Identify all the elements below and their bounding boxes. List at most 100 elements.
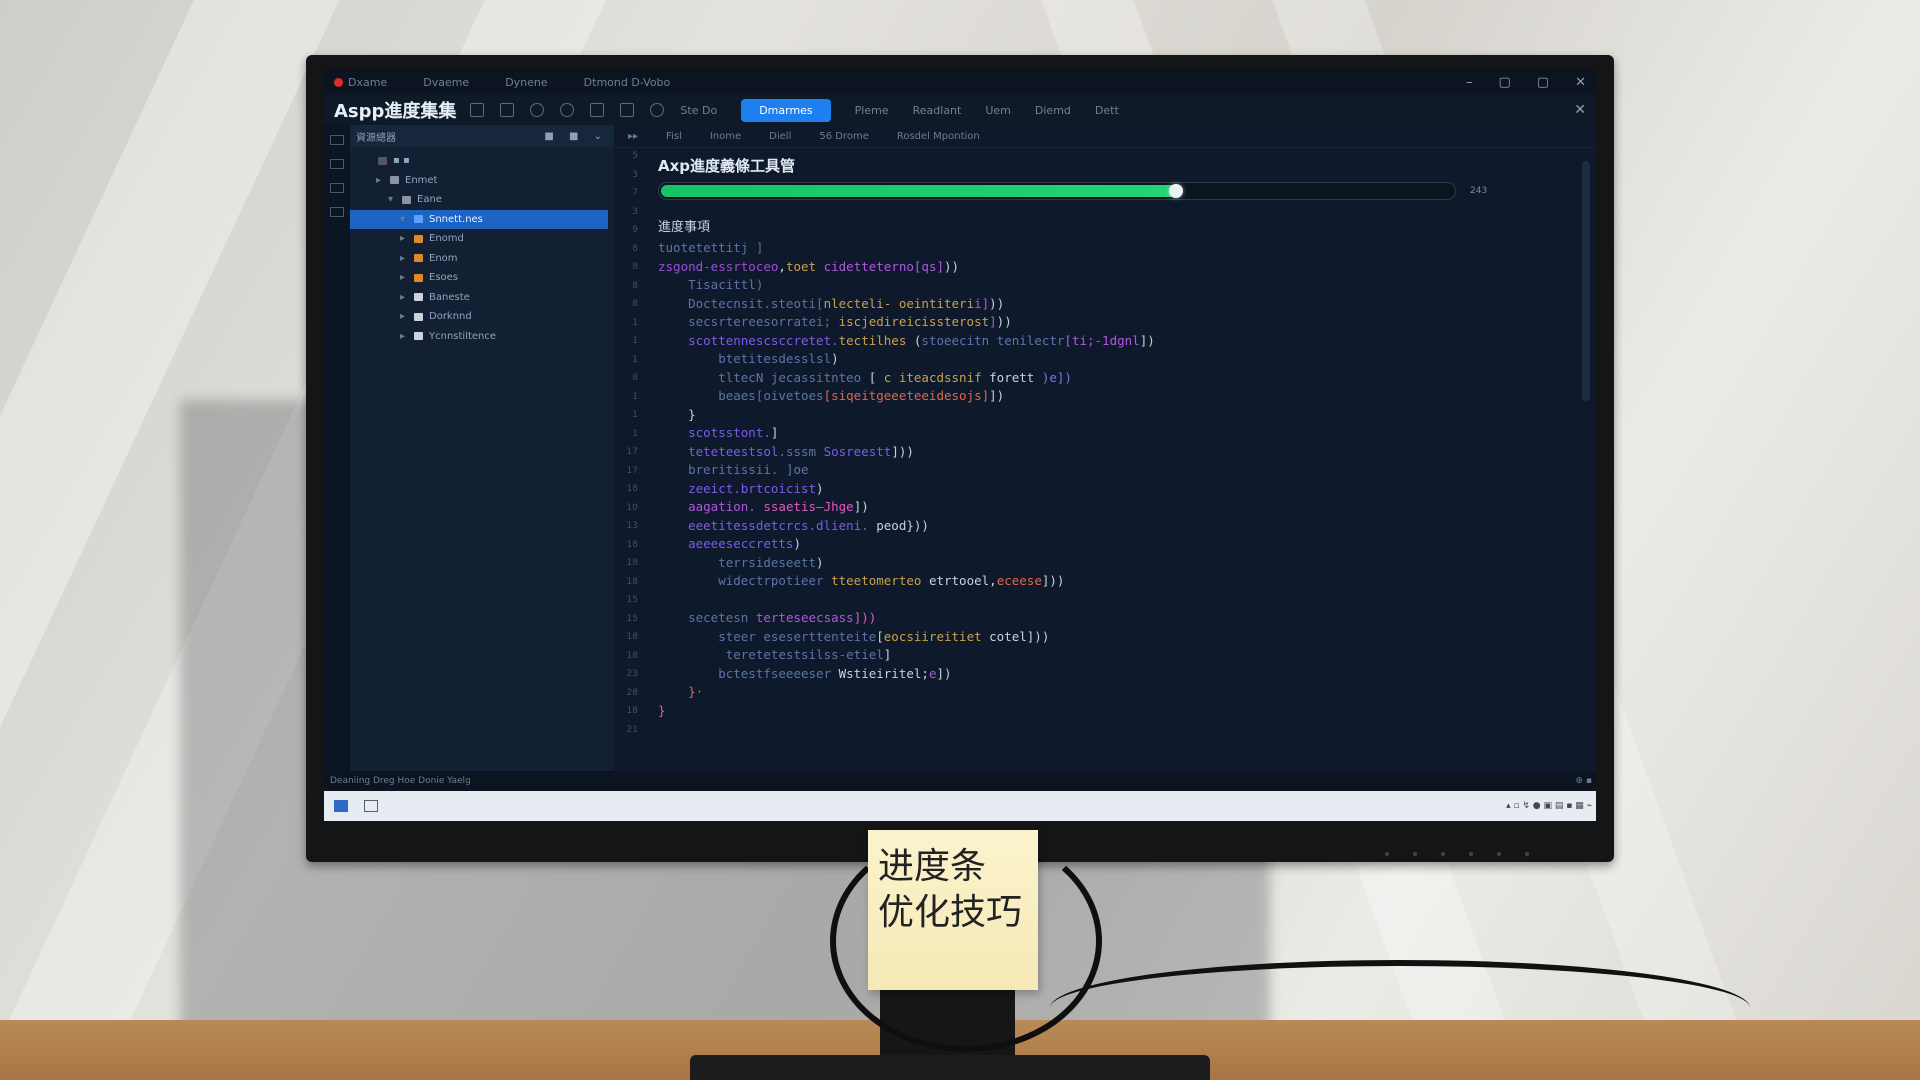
folder-icon xyxy=(378,156,387,165)
toolbar-tab-active[interactable]: Dmarmes xyxy=(741,98,831,122)
start-icon[interactable] xyxy=(334,800,348,812)
code-line: widectrpotieer tteetomerteo etrtooel,ece… xyxy=(658,572,1576,591)
minimize-button[interactable]: – xyxy=(1466,75,1473,90)
toolbar-tab[interactable]: Diemd xyxy=(1035,104,1071,117)
toolbar-tab[interactable]: Readlant xyxy=(913,104,962,117)
extensions-icon[interactable] xyxy=(330,207,344,217)
folder-icon xyxy=(402,195,411,204)
code-token: ssaetis—Jhge xyxy=(755,499,854,514)
tree-item[interactable]: ▸ Esoes xyxy=(350,268,614,288)
tree-item-label: Eane xyxy=(417,194,442,206)
tree-item[interactable]: ▾ Snnett.nes xyxy=(350,209,608,229)
code-line: zsgond-essrtoceo,toet cidetteterno[qs])) xyxy=(658,258,1576,277)
menu-item[interactable]: Dynene xyxy=(505,76,547,89)
editor-tab[interactable]: ▸▸ xyxy=(628,131,638,142)
code-line: steer eseserttenteite[eocsiireitiet cote… xyxy=(658,628,1576,647)
monitor: Dxame Dvaeme Dynene Dtmond D-Vobo – ▢ ▢ … xyxy=(306,55,1614,862)
window-controls: – ▢ ▢ ✕ xyxy=(1466,75,1586,90)
code-token: oeintiteri xyxy=(898,295,975,311)
code-line: tuotetettitj ] xyxy=(658,239,1576,258)
progress-handle[interactable] xyxy=(1169,184,1184,198)
pin-icon[interactable] xyxy=(620,103,635,117)
code-block[interactable]: tuotetettitj ] zsgond-essrtoceo,toet cide… xyxy=(658,239,1576,720)
toolbar-tab[interactable]: Dett xyxy=(1095,104,1119,117)
close-window-button[interactable]: ✕ xyxy=(1575,75,1586,90)
eye-icon[interactable] xyxy=(560,103,575,117)
tree-item[interactable]: ▾ Eane xyxy=(350,190,614,210)
line-number: 7 xyxy=(632,188,638,198)
chevron-icon[interactable]: ▸ xyxy=(400,272,408,283)
chevron-icon[interactable]: ▸ xyxy=(400,311,408,322)
code-token: zeeict.brtcoicist xyxy=(658,480,817,496)
tree-item[interactable]: ▸ Ycnnstiltence xyxy=(350,327,614,347)
search-icon[interactable] xyxy=(330,159,344,169)
toolbar-tab[interactable]: Uem xyxy=(985,104,1011,117)
chevron-icon[interactable]: ▸ xyxy=(400,292,408,303)
code-token: forett xyxy=(981,369,1035,385)
code-token: cidetteterno[qs] xyxy=(816,258,944,274)
globe-icon[interactable] xyxy=(650,103,665,117)
restore-button[interactable]: ▢ xyxy=(1499,75,1511,90)
chevron-icon[interactable]: ▸ xyxy=(400,253,408,264)
chevron-icon[interactable]: ▸ xyxy=(400,331,408,342)
code-line: breritissii. ]oe xyxy=(658,461,1576,480)
explorer-icon[interactable] xyxy=(330,135,344,145)
task-view-icon[interactable] xyxy=(364,800,378,812)
code-token: )e]) xyxy=(1034,369,1072,385)
scrollbar[interactable] xyxy=(1582,161,1590,401)
line-number: 8 xyxy=(632,262,638,272)
toolbar-tab[interactable]: Ste Do xyxy=(680,104,717,117)
chevron-icon[interactable]: ▾ xyxy=(400,214,408,225)
line-number: 18 xyxy=(626,576,638,587)
line-number: 18 xyxy=(626,650,638,661)
close-icon[interactable]: ✕ xyxy=(1574,102,1586,118)
tree-item-label: Esoes xyxy=(429,272,459,284)
code-token: })) xyxy=(906,517,929,533)
editor-tab[interactable]: Rosdel Mpontion xyxy=(897,131,980,142)
line-number: 8 xyxy=(632,280,638,291)
menu-item[interactable]: Dtmond D-Vobo xyxy=(584,76,671,89)
source-control-icon[interactable] xyxy=(330,183,344,193)
tree-item[interactable]: ▸ Enom xyxy=(350,249,614,269)
code-token: ) xyxy=(755,277,764,292)
code-token: secetesn xyxy=(658,610,756,625)
toolbar-tab[interactable]: Pleme xyxy=(855,104,889,117)
progress-fill xyxy=(661,185,1177,197)
editor-tab[interactable]: Inome xyxy=(710,131,741,142)
tree-item-label: Enmet xyxy=(405,174,438,186)
status-icons[interactable]: ⊕ ▪ xyxy=(1575,776,1592,786)
chevron-icon[interactable]: ▸ xyxy=(376,175,384,186)
menu-item[interactable]: Dxame xyxy=(348,76,387,89)
code-line: secsrtereesorratei; iscjedireicissterost… xyxy=(658,313,1576,332)
code-token: ) xyxy=(816,480,824,496)
globe-icon[interactable] xyxy=(530,103,545,117)
tree-item[interactable]: ▸ Enomd xyxy=(350,229,614,249)
folder-icon[interactable] xyxy=(590,103,605,117)
menu-item[interactable]: Dvaeme xyxy=(423,76,469,89)
editor-tab[interactable]: Diell xyxy=(769,131,791,142)
chevron-icon[interactable]: ▸ xyxy=(400,233,408,244)
line-number: 18 xyxy=(626,539,638,550)
window-icon[interactable] xyxy=(500,103,515,117)
chevron-icon[interactable]: ▾ xyxy=(388,194,396,205)
line-number: 21 xyxy=(626,724,638,735)
system-tray[interactable]: ▴ ▫ ↯ ● ▣ ▤ ▪ ▦ ⌁ xyxy=(1506,801,1592,811)
tree-item[interactable]: ▸ Enmet xyxy=(350,171,614,191)
progress-track[interactable] xyxy=(658,182,1456,200)
tree-item[interactable]: ▸ Baneste xyxy=(350,288,614,308)
undo-icon[interactable] xyxy=(470,103,485,117)
code-token: ])) xyxy=(853,610,877,625)
explorer-tools[interactable]: ■ ■ ⌄ xyxy=(544,131,608,142)
tree-item-label: Baneste xyxy=(429,291,470,303)
code-token: secsrtereesorratei; xyxy=(658,314,832,329)
tree-item[interactable]: ▸ Dorknnd xyxy=(350,307,614,327)
line-number: 23 xyxy=(626,669,638,679)
line-numbers: 5 3 7 3 9 8 8 8 8 1 1 1 8 1 1 1 17 17 18 10 13 18 18 18 15 15 18 18… xyxy=(614,147,644,767)
tree-item[interactable]: ▪ ▪ xyxy=(350,151,614,171)
line-number: 5 xyxy=(632,151,638,161)
editor-tab[interactable]: Fisl xyxy=(666,131,682,142)
editor-tab[interactable]: 56 Drome xyxy=(819,131,869,142)
code-line: Tisacittl) xyxy=(658,276,1576,295)
maximize-button[interactable]: ▢ xyxy=(1537,75,1549,90)
code-line: btetitesdesslsl) xyxy=(658,350,1576,369)
